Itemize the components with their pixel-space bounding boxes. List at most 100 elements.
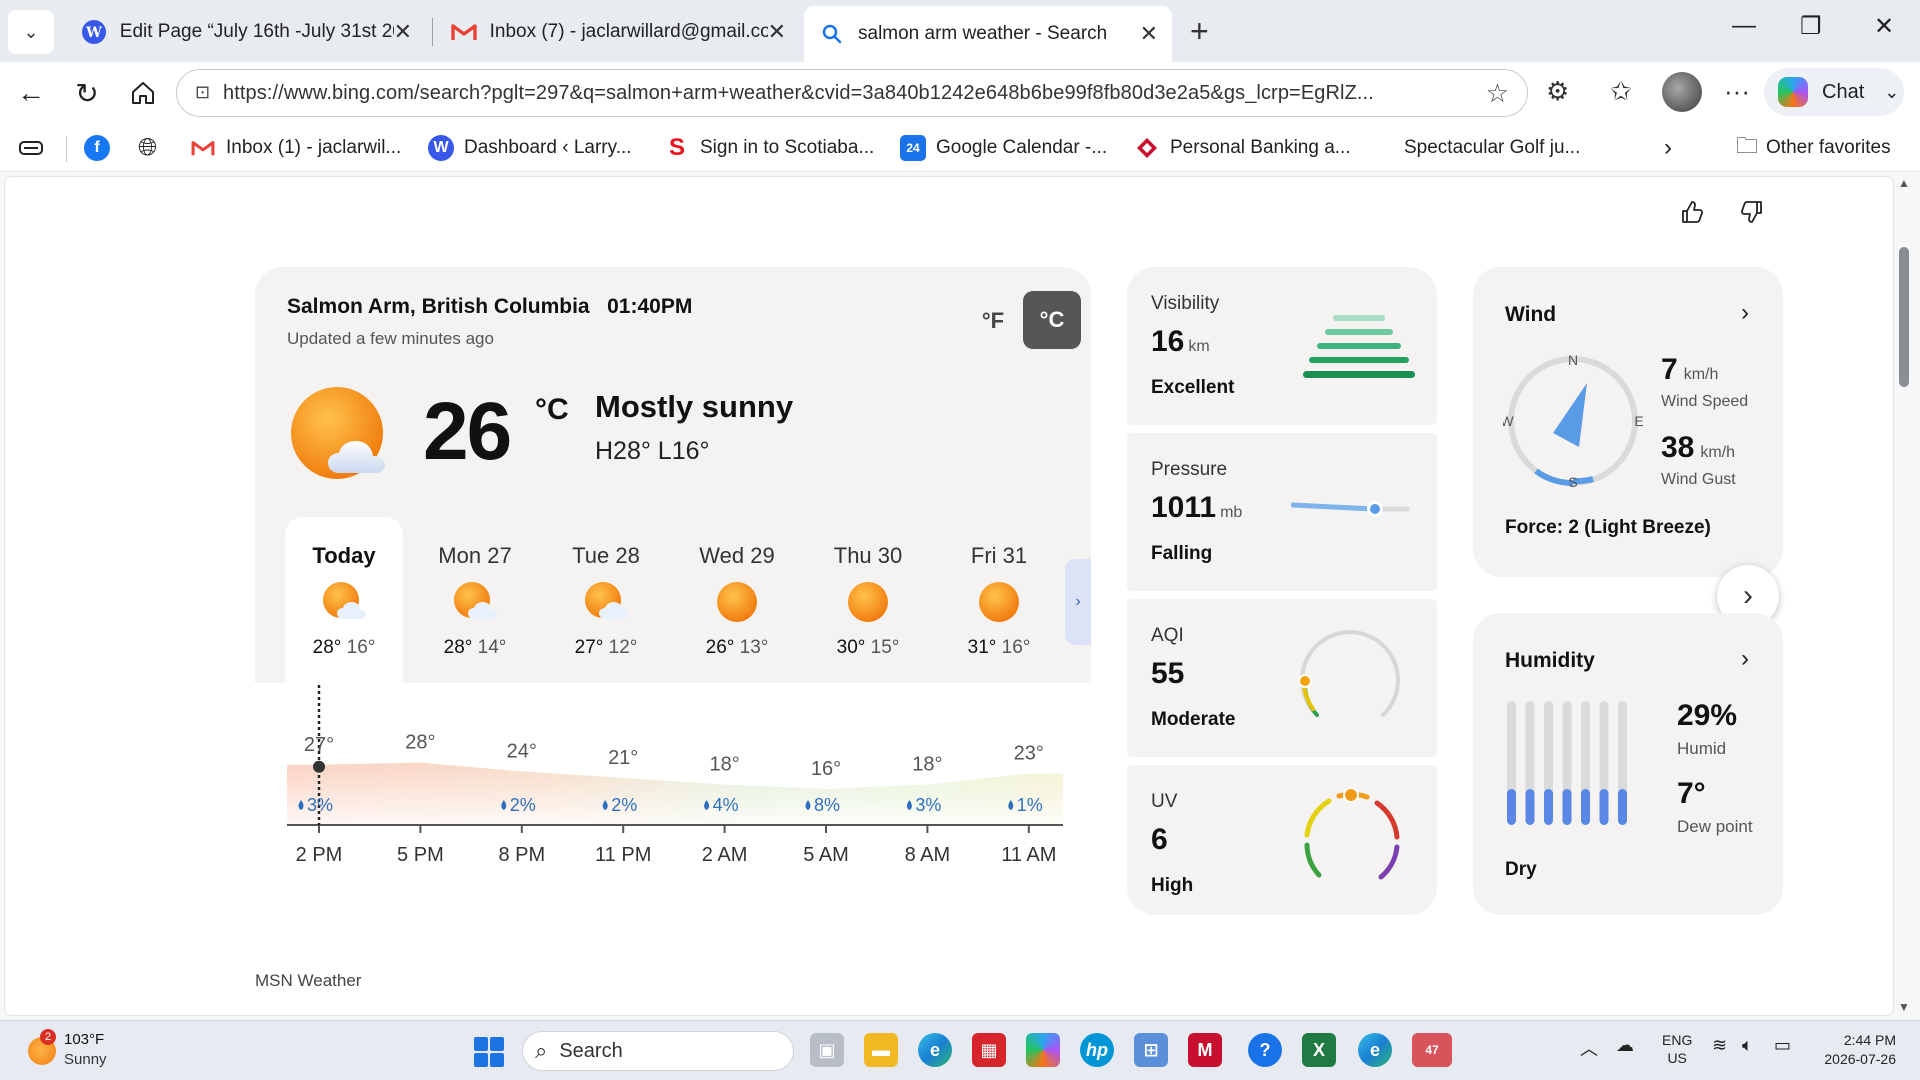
thumbs-down-icon[interactable] (1739, 199, 1765, 232)
updated-text: Updated a few minutes ago (287, 329, 494, 348)
copilot-icon[interactable] (1026, 1033, 1060, 1067)
favorite-wordpress-dashboard[interactable]: W Dashboard ‹ Larry... (428, 134, 632, 162)
thumbs-up-icon[interactable] (1679, 199, 1705, 232)
start-button[interactable] (474, 1037, 504, 1067)
edge-icon[interactable]: e (918, 1033, 952, 1067)
volume-icon[interactable]: 🔈︎ (1742, 1035, 1753, 1056)
day-forecast-4[interactable]: Thu 30 30° 15° (809, 517, 927, 683)
other-favorites-folder[interactable]: 🗀 Other favorites (1736, 133, 1891, 162)
close-window-icon[interactable]: ✕ (1874, 12, 1894, 41)
chevron-right-icon[interactable]: › (1741, 299, 1749, 327)
url-text[interactable]: https://www.bing.com/search?pglt=297&q=s… (223, 82, 1423, 105)
close-icon[interactable]: ✕ (1140, 21, 1158, 47)
favorite-globe[interactable]: 🌐︎ (138, 134, 157, 162)
partly-sunny-icon (450, 579, 500, 625)
taskbar-search[interactable]: ⌕ Search (522, 1031, 794, 1071)
reading-view-icon[interactable] (18, 134, 44, 162)
msn-weather-link[interactable]: MSN Weather (255, 971, 361, 991)
temperature-area-fade (287, 762, 1063, 825)
copilot-chat-button[interactable]: Chat ⌄ (1764, 68, 1904, 116)
taskbar-search-label: Search (559, 1039, 623, 1062)
favorite-scotiabank[interactable]: S Sign in to Scotiaba... (664, 134, 874, 162)
humidity-card[interactable]: Humidity › 29% Humid 7° Dew point Dry (1473, 613, 1783, 915)
new-tab-button[interactable]: + (1190, 14, 1209, 48)
tab-wordpress-edit[interactable]: W Edit Page “July 16th -July 31st 2026 ✕ (66, 6, 426, 58)
battery-icon[interactable]: ▭ (1774, 1035, 1791, 1056)
day-forecast-0[interactable]: Today 28° 16° (285, 517, 403, 683)
day-forecast-1[interactable]: Mon 27 28° 14° (416, 517, 534, 683)
celsius-toggle[interactable]: °C (1023, 291, 1081, 349)
fahrenheit-toggle[interactable]: °F (965, 293, 1021, 349)
visibility-card[interactable]: Visibility 16 km Excellent (1127, 267, 1437, 425)
restore-icon[interactable]: ❐ (1800, 12, 1822, 41)
excel-icon[interactable]: X (1302, 1033, 1336, 1067)
scroll-down-icon[interactable]: ▼ (1898, 1000, 1910, 1014)
notification-badge: 2 (40, 1029, 56, 1045)
favorite-star-icon[interactable]: ☆ (1486, 78, 1509, 109)
tab-gmail-inbox[interactable]: Inbox (7) - jaclarwillard@gmail.com ✕ (436, 6, 800, 58)
chevron-right-icon[interactable]: › (1741, 645, 1749, 673)
back-button[interactable]: ← (10, 72, 52, 114)
day-temp-range: 28° 16° (312, 637, 376, 658)
aqi-card[interactable]: AQI 55 Moderate (1127, 599, 1437, 757)
hourly-temp-label: 23° (1014, 743, 1044, 765)
scroll-up-icon[interactable]: ▲ (1898, 176, 1910, 190)
wind-card[interactable]: Wind › N E S W 7 km/h Wind Speed 38 km/h W… (1473, 267, 1783, 577)
favorites-icon[interactable]: ✩ (1610, 76, 1632, 107)
refresh-button[interactable]: ↻ (66, 72, 108, 114)
visibility-label: Visibility (1151, 293, 1220, 314)
favorite-google-calendar[interactable]: 24 Google Calendar -... (900, 134, 1107, 162)
file-explorer-icon[interactable]: ▬ (864, 1033, 898, 1067)
humidity-bar-fill (1544, 789, 1553, 825)
home-button[interactable] (122, 72, 164, 114)
favorite-golf[interactable]: Spectacular Golf ju... (1404, 134, 1580, 162)
onedrive-icon[interactable]: ☁ (1616, 1035, 1634, 1056)
wifi-icon[interactable]: ≋ (1712, 1035, 1727, 1056)
svg-text:W: W (85, 25, 102, 41)
help-icon[interactable]: ? (1248, 1033, 1282, 1067)
favorite-personal-banking[interactable]: Personal Banking a... (1134, 134, 1351, 162)
day-forecast-3[interactable]: Wed 29 26° 13° (678, 517, 796, 683)
tab-actions-menu-button[interactable]: ⌄ (8, 10, 54, 54)
mcafee-icon[interactable]: M (1188, 1033, 1222, 1067)
profile-avatar[interactable] (1662, 72, 1702, 112)
system-clock[interactable]: 2:44 PM 2026-07-26 (1816, 1031, 1896, 1069)
current-temperature: 26 (423, 386, 512, 477)
close-icon[interactable]: ✕ (768, 19, 786, 45)
day-temp-range: 27° 12° (574, 637, 638, 658)
day-name: Fri 31 (970, 543, 1028, 568)
microsoft-store-icon[interactable]: ⊞ (1134, 1033, 1168, 1067)
show-hidden-icons-chevron[interactable]: ︿ (1580, 1035, 1598, 1061)
globe-icon: 🌐︎ (138, 134, 158, 161)
site-info-icon[interactable]: ⊡ (195, 82, 210, 103)
edge-active-icon[interactable]: e (1358, 1033, 1392, 1067)
mail-app-icon[interactable]: 47 (1412, 1033, 1452, 1067)
page-scrollbar[interactable]: ▲ ▼ (1894, 172, 1914, 1020)
daily-forecast-next-button[interactable]: › (1065, 559, 1091, 645)
more-favorites-chevron-icon[interactable]: › (1664, 134, 1672, 162)
uv-value: 6 (1151, 823, 1168, 856)
uv-card[interactable]: UV 6 High (1127, 765, 1437, 915)
hp-icon[interactable]: hp (1080, 1033, 1114, 1067)
pressure-card[interactable]: Pressure 1011 mb Falling (1127, 433, 1437, 591)
tab-bing-search[interactable]: salmon arm weather - Search ✕ (804, 6, 1172, 62)
more-options-icon[interactable]: ··· (1724, 76, 1750, 107)
aqi-label: AQI (1151, 625, 1184, 646)
language-indicator[interactable]: ENG US (1662, 1031, 1692, 1067)
day-forecast-2[interactable]: Tue 28 27° 12° (547, 517, 665, 683)
extensions-icon[interactable]: ⚙ (1546, 76, 1569, 107)
news-app-icon[interactable]: ▦ (972, 1033, 1006, 1067)
day-name: Tue 28 (572, 543, 640, 568)
taskbar-weather-widget[interactable]: 2 103°F Sunny (24, 1029, 184, 1073)
humidity-value: 29% (1677, 699, 1738, 732)
day-forecast-5[interactable]: Fri 31 31° 16° (940, 517, 1058, 683)
address-bar[interactable]: ⊡ https://www.bing.com/search?pglt=297&q… (176, 69, 1528, 117)
favorite-gmail-inbox[interactable]: Inbox (1) - jaclarwil... (190, 134, 401, 162)
aqi-gauge-icon (1298, 630, 1400, 717)
minimize-icon[interactable]: — (1732, 12, 1756, 40)
scrollbar-thumb[interactable] (1899, 247, 1909, 387)
favorite-facebook[interactable]: f (84, 134, 120, 162)
compass-west: W (1503, 413, 1514, 429)
close-icon[interactable]: ✕ (394, 19, 412, 45)
task-view-icon[interactable]: ▣ (810, 1033, 844, 1067)
